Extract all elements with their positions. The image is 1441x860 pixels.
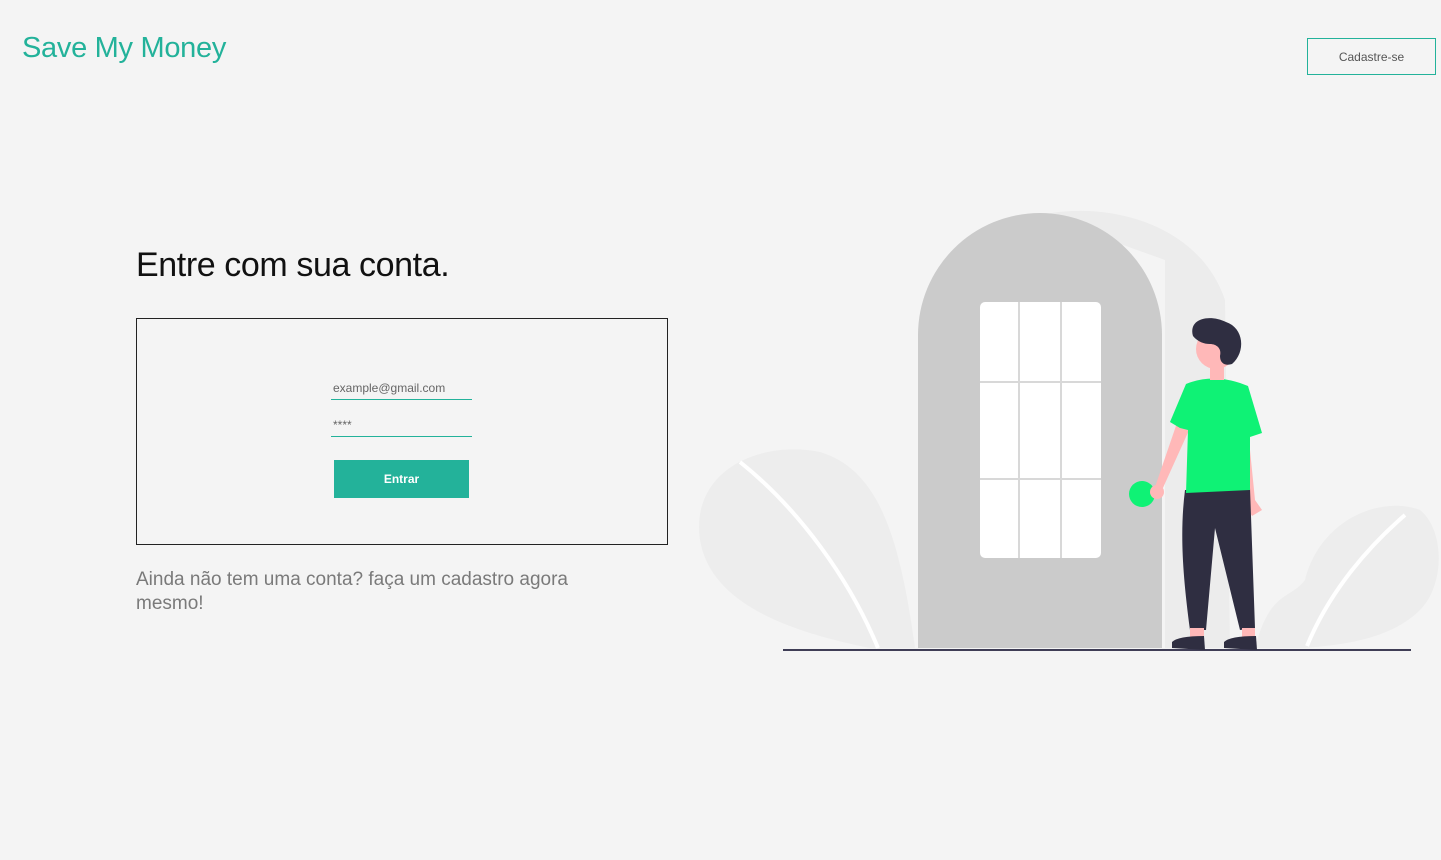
login-button[interactable]: Entrar <box>334 460 469 498</box>
signup-button[interactable]: Cadastre-se <box>1307 38 1436 75</box>
page-title: Entre com sua conta. <box>136 246 450 284</box>
brand-logo-text: Save My Money <box>22 32 227 64</box>
left-leaf-shape <box>699 449 915 648</box>
door-window <box>980 302 1101 558</box>
signup-link[interactable]: Ainda não tem uma conta? faça um cadastr… <box>136 568 636 616</box>
password-field[interactable] <box>331 413 472 437</box>
email-field[interactable] <box>331 376 472 400</box>
person-at-door-illustration <box>699 210 1439 651</box>
login-form: Entrar <box>136 318 668 545</box>
